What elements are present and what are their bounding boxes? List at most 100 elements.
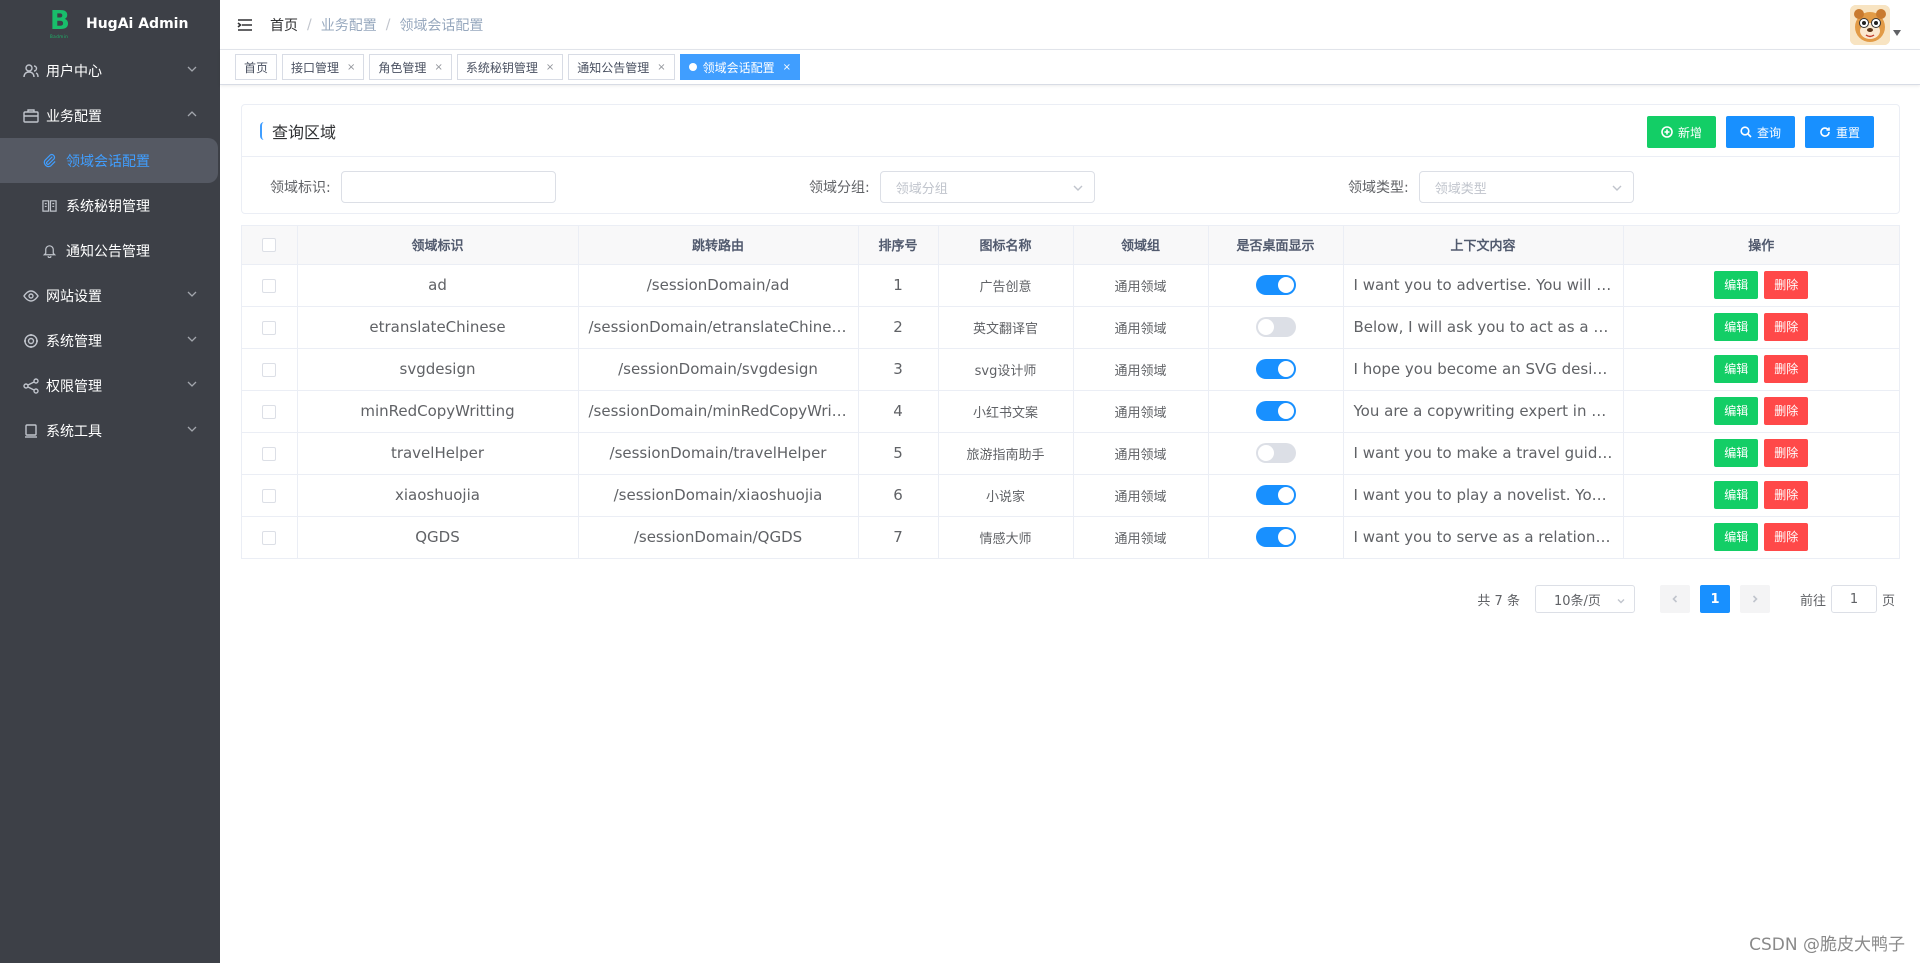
column-header: 排序号: [858, 226, 939, 265]
breadcrumb-current: 领域会话配置: [399, 17, 484, 34]
tag-domain-session[interactable]: 领域会话配置 ×: [679, 54, 801, 80]
sidebar-item-label: 业务配置: [46, 108, 102, 125]
chevron-down-icon: [1611, 182, 1623, 194]
tag-secret-key[interactable]: 系统秘钥管理 ×: [456, 54, 564, 80]
row-checkbox[interactable]: [262, 404, 277, 419]
goto-page-input[interactable]: 1: [1830, 585, 1877, 613]
row-checkbox[interactable]: [262, 446, 277, 461]
tag-notice[interactable]: 通知公告管理 ×: [568, 54, 675, 80]
section-marker: [260, 121, 264, 140]
sidebar-item-system-tools[interactable]: 系统工具: [0, 408, 220, 453]
edit-button[interactable]: 编辑: [1714, 355, 1759, 383]
row-checkbox[interactable]: [262, 362, 277, 377]
cell-actions: 编辑 删除: [1623, 306, 1899, 349]
bell-icon: [42, 243, 58, 259]
plus-circle-icon: [1661, 126, 1673, 138]
cell-domain-id: etranslateChinese: [297, 306, 579, 349]
chevron-left-icon: [1672, 595, 1678, 603]
tag-api-management[interactable]: 接口管理 ×: [282, 54, 365, 80]
cell-route: /sessionDomain/svgdesign: [578, 348, 859, 391]
sidebar-item-system-management[interactable]: 系统管理: [0, 318, 220, 363]
desktop-toggle[interactable]: [1255, 401, 1296, 421]
row-checkbox[interactable]: [262, 488, 277, 503]
prev-page-button[interactable]: [1659, 585, 1690, 613]
sidebar-item-user-center[interactable]: 用户中心: [0, 48, 220, 93]
next-page-button[interactable]: [1739, 585, 1770, 613]
close-icon[interactable]: ×: [546, 62, 554, 73]
delete-button[interactable]: 删除: [1764, 439, 1809, 467]
avatar[interactable]: [1850, 5, 1890, 45]
desktop-toggle[interactable]: [1255, 359, 1296, 379]
desktop-toggle[interactable]: [1255, 275, 1296, 295]
close-icon[interactable]: ×: [783, 62, 791, 73]
domain-id-input[interactable]: [340, 171, 556, 203]
search-button[interactable]: 查询: [1725, 116, 1795, 148]
select-all-checkbox[interactable]: [262, 237, 277, 252]
edit-button[interactable]: 编辑: [1714, 397, 1759, 425]
cell-route: /sessionDomain/ad: [578, 264, 859, 307]
sidebar-item-business-config[interactable]: 业务配置: [0, 93, 220, 138]
close-icon[interactable]: ×: [657, 62, 665, 73]
edit-button[interactable]: 编辑: [1714, 271, 1759, 299]
refresh-icon: [1820, 127, 1830, 137]
cell-domain-id: QGDS: [297, 516, 579, 558]
cell-route: /sessionDomain/xiaoshuojia: [578, 474, 859, 517]
delete-button[interactable]: 删除: [1764, 481, 1809, 509]
tags-view: 首页 接口管理 × 角色管理 × 系统秘钥管理 × 通知公告管理 × 领域会话配置 ×: [220, 50, 1920, 85]
sidebar-item-domain-session[interactable]: 领域会话配置: [0, 138, 218, 183]
desktop-toggle[interactable]: [1255, 443, 1296, 463]
edit-button[interactable]: 编辑: [1714, 439, 1759, 467]
cell-desktop: [1208, 306, 1344, 349]
add-button-label: 新增: [1677, 125, 1702, 140]
tag-home[interactable]: 首页: [235, 54, 278, 80]
desktop-toggle[interactable]: [1255, 317, 1296, 337]
row-checkbox[interactable]: [262, 320, 277, 335]
cell-domain-id: xiaoshuojia: [297, 474, 579, 517]
edit-button[interactable]: 编辑: [1714, 313, 1759, 341]
delete-button[interactable]: 删除: [1764, 397, 1809, 425]
chevron-down-icon: [186, 288, 198, 300]
row-checkbox[interactable]: [262, 530, 277, 545]
add-button[interactable]: 新增: [1646, 116, 1716, 148]
hamburger-icon[interactable]: [237, 17, 253, 33]
sidebar-item-label: 通知公告管理: [66, 243, 150, 260]
row-checkbox[interactable]: [262, 278, 277, 293]
delete-button[interactable]: 删除: [1764, 523, 1809, 552]
edit-button[interactable]: 编辑: [1714, 523, 1759, 552]
sidebar-item-label: 权限管理: [46, 378, 102, 395]
select-all-cell: [242, 226, 298, 265]
desktop-toggle[interactable]: [1255, 485, 1296, 505]
table-row: svgdesign/sessionDomain/svgdesign 3 svg设计师…: [242, 348, 1899, 391]
logo[interactable]: B Badmin HugAi Admin: [0, 0, 220, 48]
page-number-button[interactable]: 1: [1699, 585, 1730, 613]
cell-group: 通用领域: [1073, 348, 1209, 391]
close-icon[interactable]: ×: [347, 62, 355, 73]
sidebar-item-notice[interactable]: 通知公告管理: [0, 228, 220, 273]
close-icon[interactable]: ×: [434, 62, 442, 73]
top-header: 首页 / 业务配置 / 领域会话配置: [220, 0, 1920, 50]
domain-id-label: 领域标识:: [270, 180, 331, 196]
sidebar-item-label: 系统秘钥管理: [66, 198, 150, 215]
sidebar-item-secret-key[interactable]: 系统秘钥管理: [0, 183, 220, 228]
domain-group-select[interactable]: 领域分组: [879, 171, 1095, 203]
tag-role-management[interactable]: 角色管理 ×: [369, 54, 452, 80]
column-header: 领域组: [1073, 226, 1209, 265]
caret-down-icon[interactable]: [1893, 30, 1901, 36]
page-size-select[interactable]: 10条/页: [1534, 585, 1635, 613]
delete-button[interactable]: 删除: [1764, 313, 1809, 341]
desktop-toggle[interactable]: [1255, 527, 1296, 548]
tools-icon: [22, 423, 40, 439]
cell-desktop: [1208, 432, 1344, 475]
delete-button[interactable]: 删除: [1764, 355, 1809, 383]
sidebar-item-website-settings[interactable]: 网站设置: [0, 273, 220, 318]
reset-button[interactable]: 重置: [1804, 116, 1874, 148]
sidebar-item-permission[interactable]: 权限管理: [0, 363, 220, 408]
breadcrumb-separator: /: [385, 16, 391, 33]
domain-type-select[interactable]: 领域类型: [1418, 171, 1634, 203]
pagination: 共 7 条 10条/页 1 前往 1 页: [1477, 584, 1895, 614]
breadcrumb-home[interactable]: 首页: [270, 15, 298, 35]
delete-button[interactable]: 删除: [1764, 271, 1809, 299]
tag-label: 接口管理: [291, 60, 340, 75]
cell-desktop: [1208, 264, 1344, 307]
edit-button[interactable]: 编辑: [1714, 481, 1759, 509]
